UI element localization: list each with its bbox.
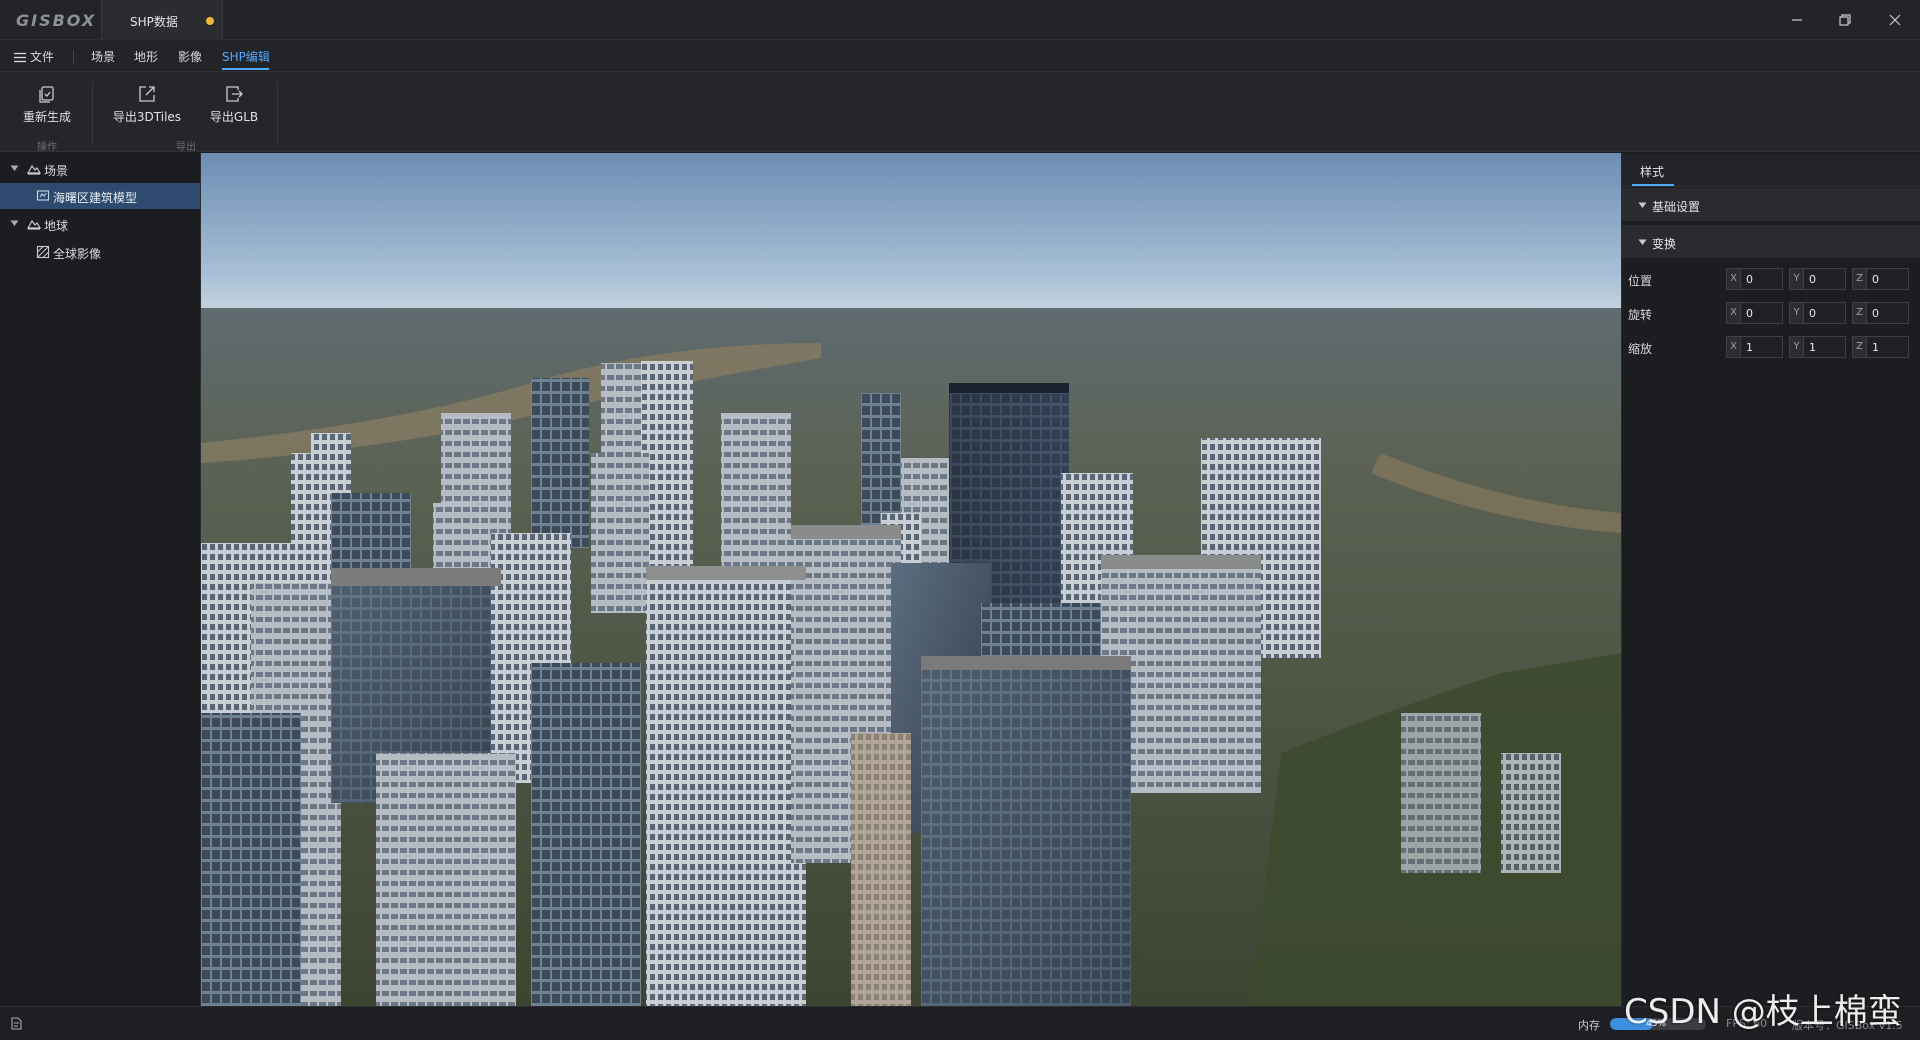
axis-y-label: Y (1790, 269, 1804, 289)
active-tab-indicator (1632, 184, 1674, 186)
scale-y-field: Y (1789, 336, 1846, 358)
menu-imagery[interactable]: 影像 (178, 48, 202, 65)
ribbon-group-separator (277, 82, 278, 144)
ribbon-group-export-label: 导出 (176, 142, 196, 153)
position-label: 位置 (1628, 274, 1653, 288)
regenerate-label: 重新生成 (22, 110, 71, 124)
export-icon (139, 86, 155, 102)
imagery-icon (36, 245, 50, 259)
axis-y-label: Y (1790, 337, 1804, 357)
tree-node-scene[interactable]: 场景 (0, 156, 200, 182)
rotation-y-input[interactable] (1805, 303, 1845, 323)
export-3dtiles-button[interactable]: 导出3DTiles (110, 84, 184, 134)
position-y-field: Y (1789, 268, 1846, 290)
menu-file[interactable]: 文件 (14, 48, 54, 65)
menu-bar: 文件 场景 地形 影像 SHP编辑 (0, 40, 1920, 72)
export-3dtiles-label: 导出3DTiles (112, 110, 182, 124)
chevron-down-icon (1638, 202, 1647, 208)
earth-icon (27, 219, 41, 230)
axis-z-label: Z (1853, 269, 1867, 289)
chevron-down-icon[interactable] (10, 220, 19, 227)
properties-panel: 样式 基础设置 变换 位置 X Y Z 旋转 X Y (1621, 153, 1920, 1006)
scene-tree-panel: 场景 海曙区建筑模型 地球 全球影像 (0, 153, 201, 1006)
rotation-label: 旋转 (1628, 308, 1653, 322)
axis-y-label: Y (1790, 303, 1804, 323)
memory-label: 内存 (1578, 1019, 1600, 1032)
watermark: CSDN @枝上棉蛮 (1624, 992, 1902, 1032)
section-basic-settings-title: 基础设置 (1652, 200, 1701, 214)
axis-x-label: X (1727, 337, 1741, 357)
tab-style[interactable]: 样式 (1640, 163, 1664, 180)
rotation-y-field: Y (1789, 302, 1846, 324)
scale-z-field: Z (1852, 336, 1909, 358)
tree-node-scene-label: 场景 (44, 164, 69, 178)
position-x-field: X (1726, 268, 1783, 290)
tree-node-earth-label: 地球 (44, 219, 69, 233)
properties-tabbar: 样式 (1622, 153, 1920, 187)
section-basic-settings[interactable]: 基础设置 (1622, 188, 1920, 222)
document-tab-label: SHP数据 (130, 15, 178, 29)
minimize-icon (1792, 19, 1802, 21)
scale-z-input[interactable] (1868, 337, 1908, 357)
tree-node-building-model[interactable]: 海曙区建筑模型 (0, 183, 200, 209)
axis-z-label: Z (1853, 337, 1867, 357)
model-icon (36, 190, 50, 201)
export-file-icon (226, 86, 243, 102)
regenerate-button[interactable]: 重新生成 (18, 84, 76, 134)
position-z-input[interactable] (1868, 269, 1908, 289)
rotation-z-field: Z (1852, 302, 1909, 324)
axis-x-label: X (1727, 269, 1741, 289)
rotation-z-input[interactable] (1868, 303, 1908, 323)
chevron-down-icon[interactable] (10, 165, 19, 172)
tree-node-building-model-label: 海曙区建筑模型 (53, 191, 138, 205)
scale-y-input[interactable] (1805, 337, 1845, 357)
axis-x-label: X (1727, 303, 1741, 323)
axis-z-label: Z (1853, 303, 1867, 323)
menu-shp-edit[interactable]: SHP编辑 (222, 48, 270, 65)
3d-viewport[interactable] (201, 153, 1621, 1006)
section-transform[interactable]: 变换 (1622, 225, 1920, 259)
log-icon[interactable] (10, 1017, 22, 1030)
active-menu-indicator (222, 68, 269, 70)
scale-x-input[interactable] (1742, 337, 1782, 357)
close-button[interactable] (1880, 6, 1910, 34)
export-glb-label: 导出GLB (209, 110, 259, 124)
tree-node-global-imagery[interactable]: 全球影像 (0, 239, 200, 265)
regenerate-icon (39, 86, 54, 103)
menu-scene[interactable]: 场景 (91, 48, 115, 65)
scene-icon (27, 164, 41, 175)
scale-label: 缩放 (1628, 342, 1653, 356)
ribbon-group-ops-label: 操作 (37, 142, 57, 153)
position-x-input[interactable] (1742, 269, 1782, 289)
restore-icon (1839, 14, 1851, 26)
hamburger-icon (14, 52, 26, 63)
rotation-row: 旋转 X Y Z (1622, 300, 1920, 326)
rotation-x-input[interactable] (1742, 303, 1782, 323)
tree-node-global-imagery-label: 全球影像 (53, 247, 102, 261)
menu-terrain[interactable]: 地形 (134, 48, 158, 65)
rotation-x-field: X (1726, 302, 1783, 324)
section-transform-title: 变换 (1652, 237, 1677, 251)
position-z-field: Z (1852, 268, 1909, 290)
menu-file-label: 文件 (30, 50, 55, 64)
unsaved-indicator (206, 17, 214, 25)
scale-x-field: X (1726, 336, 1783, 358)
position-row: 位置 X Y Z (1622, 266, 1920, 292)
chevron-down-icon (1638, 239, 1647, 245)
minimize-button[interactable] (1782, 6, 1812, 34)
close-icon (1889, 14, 1901, 26)
ribbon-group-separator (92, 82, 93, 144)
document-tab[interactable]: SHP数据 (101, 0, 223, 40)
restore-button[interactable] (1830, 6, 1860, 34)
app-logo: GISBOX (16, 11, 97, 30)
menu-divider (73, 50, 74, 64)
position-y-input[interactable] (1805, 269, 1845, 289)
city-scene-render (201, 153, 1621, 1006)
title-bar: GISBOX SHP数据 (0, 0, 1920, 40)
ribbon-toolbar: 重新生成 导出3DTiles 导出GLB 操作 导出 (0, 72, 1920, 153)
scale-row: 缩放 X Y Z (1622, 334, 1920, 360)
export-glb-button[interactable]: 导出GLB (204, 84, 264, 134)
tree-node-earth[interactable]: 地球 (0, 211, 200, 237)
